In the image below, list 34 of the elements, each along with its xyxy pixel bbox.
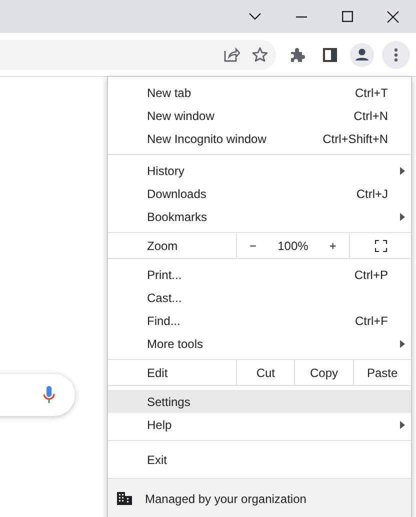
menu-item[interactable]: New Incognito window Ctrl+Shift+N [108,127,411,150]
microphone-icon[interactable] [43,386,55,404]
fullscreen-icon[interactable] [374,240,386,252]
menu-button[interactable] [382,40,410,68]
edit-button[interactable]: Copy [294,360,353,385]
menu-item[interactable]: More tools [108,332,411,355]
zoom-in-button[interactable]: + [325,238,340,252]
menu-item[interactable]: Find... Ctrl+F [108,309,411,332]
menu-item[interactable]: New window Ctrl+N [108,104,411,127]
menu-item[interactable]: Exit [108,448,411,471]
minimize-icon[interactable] [296,16,306,18]
close-icon[interactable] [387,10,399,22]
share-icon[interactable] [224,47,240,62]
menu-item[interactable]: Cast... [108,286,411,309]
edit-button[interactable]: Paste [352,360,411,385]
menu-item[interactable]: History [108,159,411,182]
menu-item[interactable]: Bookmarks [108,205,411,228]
zoom-level: 100% [278,238,308,252]
edit-button[interactable]: Cut [236,360,294,385]
profile-icon[interactable] [350,42,374,66]
zoom-out-button[interactable]: − [246,238,261,252]
menu-item[interactable]: Print... Ctrl+P [108,263,411,286]
menu-icon [394,48,398,62]
maximize-icon[interactable] [342,11,352,22]
menu-item[interactable]: Downloads Ctrl+J [108,182,411,205]
chevron-down-icon[interactable] [249,13,261,20]
building-icon [117,492,132,505]
managed-notice: Managed by your organization [145,492,306,506]
menu-item[interactable]: New tab Ctrl+T [108,81,411,104]
menu-item[interactable]: Settings [108,390,411,413]
menu-item[interactable]: Help [108,413,411,436]
puzzle-icon[interactable] [290,46,306,62]
side-panel-icon[interactable] [323,48,337,62]
star-icon[interactable] [252,47,268,62]
